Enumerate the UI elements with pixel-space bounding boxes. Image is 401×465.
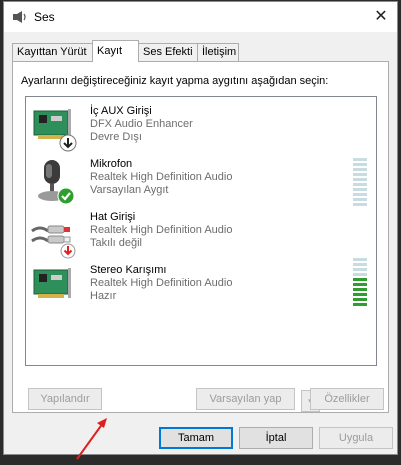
meter-bar xyxy=(353,263,367,266)
meter-bar xyxy=(353,193,367,196)
meter-bar xyxy=(353,168,367,171)
device-driver: Realtek High Definition Audio xyxy=(90,171,233,183)
meter-bar xyxy=(353,203,367,206)
level-meter xyxy=(353,258,367,308)
sound-dialog: Ses ✕ Kayıttan Yürüt Kayıt Ses Efekti İl… xyxy=(3,1,398,460)
device-item-microphone[interactable]: Mikrofon Realtek High Definition Audio V… xyxy=(30,158,370,208)
meter-bar xyxy=(353,283,367,286)
meter-bar xyxy=(353,158,367,161)
apply-button[interactable]: Uygula xyxy=(319,427,393,449)
sound-card-icon xyxy=(33,268,71,298)
microphone-icon xyxy=(38,160,75,205)
device-status: Devre Dışı xyxy=(90,131,142,143)
down-arrow-badge xyxy=(59,134,77,152)
device-driver: Realtek High Definition Audio xyxy=(90,277,233,289)
meter-bar xyxy=(353,288,367,291)
meter-bar xyxy=(353,178,367,181)
tab-recording[interactable]: Kayıt xyxy=(92,40,139,62)
meter-bar xyxy=(353,298,367,301)
device-driver: DFX Audio Enhancer xyxy=(90,118,193,130)
meter-bar xyxy=(353,303,367,306)
device-item-stereo-mix[interactable]: Stereo Karışımı Realtek High Definition … xyxy=(30,258,370,314)
speaker-icon xyxy=(13,11,26,23)
device-name: İç AUX Girişi xyxy=(90,105,152,117)
device-status: Varsayılan Aygıt xyxy=(90,184,169,196)
meter-bar xyxy=(353,188,367,191)
meter-bar xyxy=(353,273,367,276)
cancel-button[interactable]: İptal xyxy=(239,427,313,449)
tab-playback[interactable]: Kayıttan Yürüt xyxy=(12,43,93,61)
meter-bar xyxy=(353,163,367,166)
device-name: Hat Girişi xyxy=(90,211,136,223)
meter-bar xyxy=(353,278,367,281)
level-meter xyxy=(353,158,367,208)
recording-panel: Ayarlarını değiştireceğiniz kayıt yapma … xyxy=(12,61,389,460)
default-check-badge xyxy=(57,187,75,205)
close-button[interactable]: ✕ xyxy=(365,2,397,32)
meter-bar xyxy=(353,173,367,176)
window-title: Ses xyxy=(34,10,55,24)
device-list[interactable]: İç AUX Girişi DFX Audio Enhancer Devre D… xyxy=(25,96,377,460)
device-status: Hazır xyxy=(90,290,117,302)
title-bar: Ses ✕ xyxy=(4,2,397,32)
properties-button[interactable]: Özellikler xyxy=(310,388,384,410)
meter-bar xyxy=(353,183,367,186)
device-driver: Realtek High Definition Audio xyxy=(90,224,233,236)
instruction-text: Ayarlarını değiştireceğiniz kayıt yapma … xyxy=(21,75,329,87)
line-in-cable-icon xyxy=(31,225,76,259)
tab-communications[interactable]: İletişim xyxy=(197,43,239,61)
close-icon: ✕ xyxy=(374,8,388,25)
sound-card-icon xyxy=(33,109,77,152)
ok-button[interactable]: Tamam xyxy=(159,427,233,449)
unplugged-arrow-badge xyxy=(60,243,76,259)
tab-sound-effects[interactable]: Ses Efekti xyxy=(138,43,198,61)
device-item-aux[interactable]: İç AUX Girişi DFX Audio Enhancer Devre D… xyxy=(30,105,370,155)
meter-bar xyxy=(353,198,367,201)
device-name: Mikrofon xyxy=(90,158,133,170)
set-default-button[interactable]: Varsayılan yap xyxy=(196,388,295,410)
configure-button[interactable]: Yapılandır xyxy=(28,388,102,410)
device-status: Takılı değil xyxy=(90,237,142,249)
device-item-line-in[interactable]: Hat Girişi Realtek High Definition Audio… xyxy=(30,211,370,261)
device-name: Stereo Karışımı xyxy=(90,264,167,276)
meter-bar xyxy=(353,268,367,271)
meter-bar xyxy=(353,258,367,261)
meter-bar xyxy=(353,293,367,296)
